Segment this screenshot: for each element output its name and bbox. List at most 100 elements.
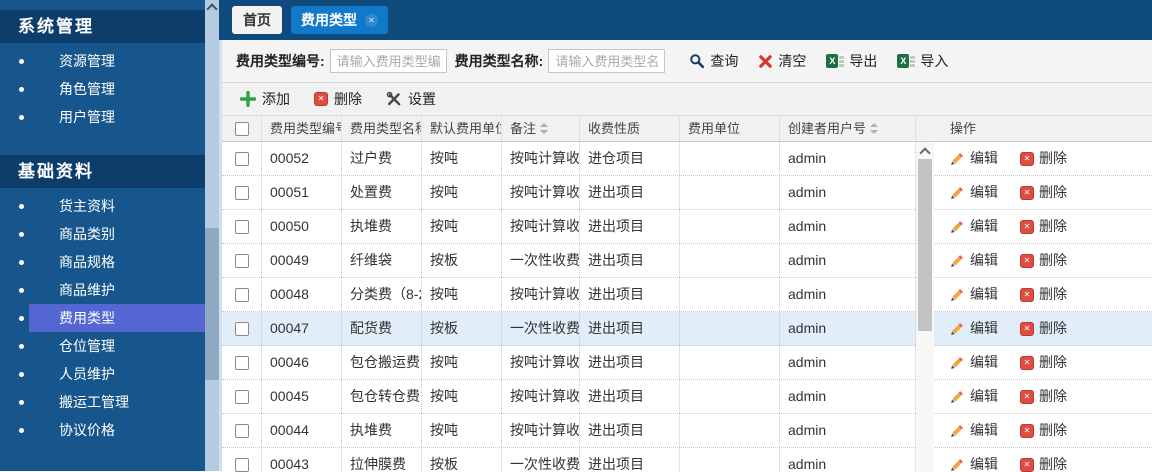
tab-fee-type[interactable]: 费用类型: [291, 6, 388, 34]
sidebar-scrollbar[interactable]: [205, 0, 219, 471]
sidebar-section-title-system[interactable]: 系统管理: [0, 10, 205, 43]
cell-note: 按吨计算收费: [502, 346, 580, 379]
sidebar-item[interactable]: 商品维护: [0, 276, 205, 304]
scroll-up-icon[interactable]: [919, 147, 930, 158]
cell-code: 00045: [262, 380, 342, 413]
sidebar-item[interactable]: 资源管理: [0, 47, 205, 75]
table-scrollbar-thumb[interactable]: [918, 159, 932, 331]
delete-button[interactable]: 删除: [1020, 448, 1067, 472]
delete-button[interactable]: 删除: [1020, 210, 1067, 243]
row-checkbox[interactable]: [235, 356, 249, 370]
grid-toolbar: 添加 删除 设置: [222, 83, 1152, 116]
scroll-up-icon[interactable]: [206, 3, 217, 14]
delete-button[interactable]: 删除: [1020, 380, 1067, 413]
sidebar-item[interactable]: 商品类别: [0, 220, 205, 248]
sidebar-item[interactable]: 搬运工管理: [0, 388, 205, 416]
table-row[interactable]: 00048 分类费（8-20 按吨 按吨计算收费 进出项目 admin 编辑 删…: [222, 278, 1152, 312]
table-row[interactable]: 00049 纤维袋 按板 一次性收费 进出项目 admin 编辑 删除: [222, 244, 1152, 278]
row-checkbox-cell: [222, 414, 262, 447]
column-header-note[interactable]: 备注: [502, 116, 580, 141]
row-checkbox[interactable]: [235, 186, 249, 200]
delete-button[interactable]: 删除: [1020, 176, 1067, 209]
sidebar-item[interactable]: 人员维护: [0, 360, 205, 388]
sidebar-section-title-basic[interactable]: 基础资料: [0, 155, 205, 188]
column-header-nature[interactable]: 收费性质: [580, 116, 680, 141]
sort-icon[interactable]: [870, 123, 878, 134]
sidebar-item[interactable]: 仓位管理: [0, 332, 205, 360]
edit-label: 编辑: [970, 346, 998, 379]
edit-button[interactable]: 编辑: [950, 448, 998, 472]
delete-label: 删除: [1039, 176, 1067, 209]
sidebar-item[interactable]: 用户管理: [0, 103, 205, 131]
sidebar-item[interactable]: 费用类型: [0, 304, 205, 332]
row-checkbox[interactable]: [235, 424, 249, 438]
table-row[interactable]: 00052 过户费 按吨 按吨计算收费 进仓项目 admin 编辑 删除: [222, 142, 1152, 176]
add-button[interactable]: 添加: [240, 89, 290, 109]
row-checkbox[interactable]: [235, 288, 249, 302]
select-all-checkbox[interactable]: [235, 122, 249, 136]
column-header-name[interactable]: 费用类型名称: [342, 116, 422, 141]
row-checkbox[interactable]: [235, 390, 249, 404]
delete-label: 删除: [1039, 448, 1067, 472]
edit-button[interactable]: 编辑: [950, 176, 998, 209]
row-checkbox[interactable]: [235, 152, 249, 166]
fee-type-code-input[interactable]: [330, 49, 447, 73]
cell-note: 一次性收费: [502, 312, 580, 345]
table-row[interactable]: 00051 处置费 按吨 按吨计算收费 进出项目 admin 编辑 删除: [222, 176, 1152, 210]
export-button[interactable]: X 导出: [826, 51, 877, 71]
edit-button[interactable]: 编辑: [950, 210, 998, 243]
delete-button[interactable]: 删除: [1020, 142, 1067, 175]
sidebar-item-label: 角色管理: [59, 81, 115, 97]
sidebar-item-label: 资源管理: [59, 53, 115, 69]
table-scrollbar[interactable]: [916, 142, 934, 472]
table-row[interactable]: 00050 执堆费 按吨 按吨计算收费 进出项目 admin 编辑 删除: [222, 210, 1152, 244]
column-header-code[interactable]: 费用类型编号: [262, 116, 342, 141]
row-actions: 编辑 删除: [934, 448, 1152, 472]
table-row[interactable]: 00044 执堆费 按吨 按吨计算收费 进出项目 admin 编辑 删除: [222, 414, 1152, 448]
edit-button[interactable]: 编辑: [950, 312, 998, 345]
row-checkbox[interactable]: [235, 322, 249, 336]
column-header-default-unit[interactable]: 默认费用单位: [422, 116, 502, 141]
sidebar-item[interactable]: 角色管理: [0, 75, 205, 103]
edit-label: 编辑: [970, 244, 998, 277]
settings-button[interactable]: 设置: [386, 89, 436, 109]
row-checkbox[interactable]: [235, 254, 249, 268]
delete-button[interactable]: 删除: [1020, 346, 1067, 379]
edit-label: 编辑: [970, 176, 998, 209]
clear-button[interactable]: 清空: [758, 51, 806, 71]
row-checkbox[interactable]: [235, 458, 249, 472]
edit-button[interactable]: 编辑: [950, 346, 998, 379]
edit-button[interactable]: 编辑: [950, 142, 998, 175]
tab-home[interactable]: 首页: [232, 6, 282, 34]
sidebar-item[interactable]: 协议价格: [0, 416, 205, 444]
edit-button[interactable]: 编辑: [950, 380, 998, 413]
sort-icon[interactable]: [540, 123, 548, 134]
edit-button[interactable]: 编辑: [950, 278, 998, 311]
import-button[interactable]: X 导入: [897, 51, 948, 71]
delete-button[interactable]: 删除: [1020, 414, 1067, 447]
delete-button[interactable]: 删除: [1020, 244, 1067, 277]
sidebar-item[interactable]: 货主资料: [0, 192, 205, 220]
cell-fee-unit: [680, 278, 780, 311]
delete-label: 删除: [1039, 244, 1067, 277]
edit-button[interactable]: 编辑: [950, 414, 998, 447]
table-row[interactable]: 00043 拉伸膜费 按板 一次性收费 进出项目 admin 编辑 删除: [222, 448, 1152, 472]
sidebar-section-basic-list: 货主资料商品类别商品规格商品维护费用类型仓位管理人员维护搬运工管理协议价格: [0, 188, 205, 454]
row-checkbox[interactable]: [235, 220, 249, 234]
fee-type-code-label: 费用类型编号:: [236, 51, 325, 71]
delete-button-toolbar[interactable]: 删除: [314, 89, 362, 109]
table-row[interactable]: 00047 配货费 按板 一次性收费 进出项目 admin 编辑 删除: [222, 312, 1152, 346]
edit-button[interactable]: 编辑: [950, 244, 998, 277]
tab-fee-type-label: 费用类型: [301, 6, 357, 34]
column-header-fee-unit[interactable]: 费用单位: [680, 116, 780, 141]
delete-button[interactable]: 删除: [1020, 278, 1067, 311]
sidebar-item[interactable]: 商品规格: [0, 248, 205, 276]
fee-type-name-input[interactable]: [548, 49, 665, 73]
query-button[interactable]: 查询: [689, 51, 738, 71]
sidebar-scrollbar-thumb[interactable]: [205, 228, 219, 380]
delete-button[interactable]: 删除: [1020, 312, 1067, 345]
tab-close-icon[interactable]: [365, 14, 378, 27]
column-header-creator[interactable]: 创建者用户号: [780, 116, 916, 141]
table-row[interactable]: 00045 包仓转仓费 按吨 按吨计算收费 进出项目 admin 编辑 删除: [222, 380, 1152, 414]
table-row[interactable]: 00046 包仓搬运费 按吨 按吨计算收费 进出项目 admin 编辑 删除: [222, 346, 1152, 380]
